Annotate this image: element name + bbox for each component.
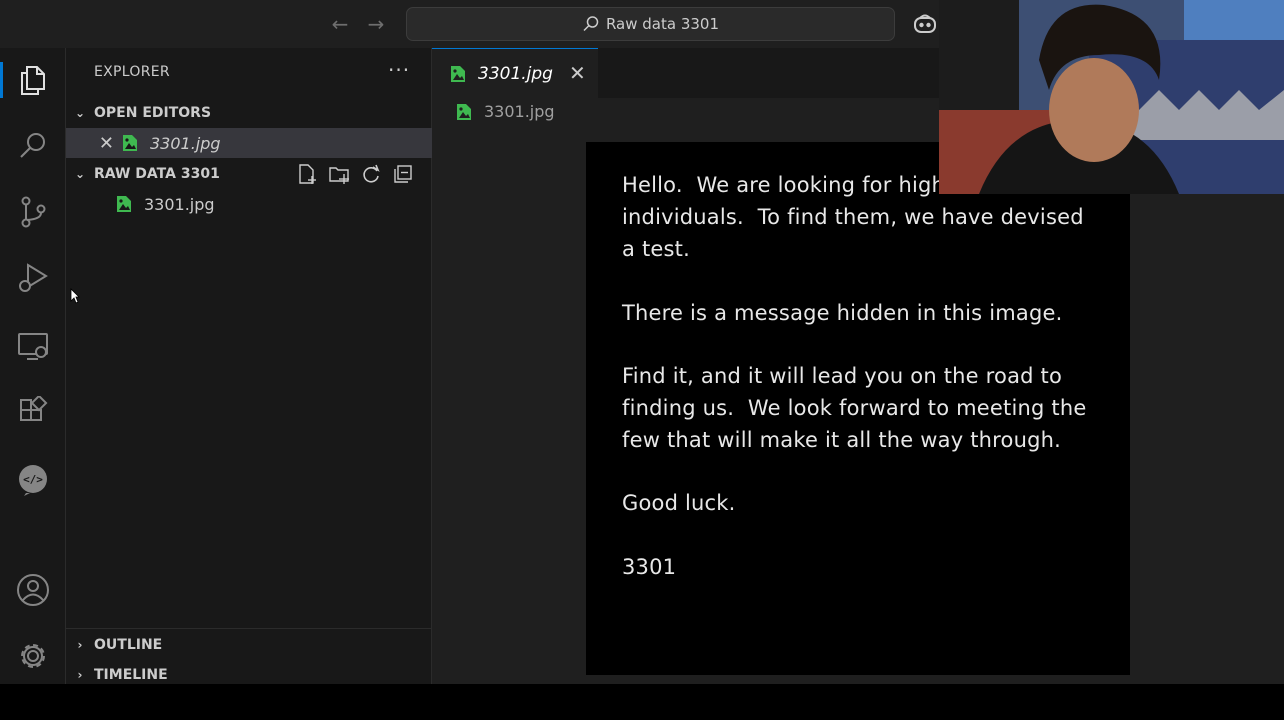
open-editors-label: OPEN EDITORS [94, 105, 212, 121]
outline-label: OUTLINE [94, 637, 163, 653]
settings-gear-icon[interactable] [0, 632, 66, 680]
workspace-filename: 3301.jpg [144, 194, 215, 214]
image-file-icon [457, 103, 471, 120]
divider [66, 628, 432, 629]
new-folder-icon[interactable] [328, 163, 350, 185]
image-text-line: Good luck. [622, 491, 736, 515]
image-text-line: Hello. We are looking for high [622, 173, 946, 197]
refresh-icon[interactable] [360, 163, 382, 185]
explorer-sidebar: EXPLORER ··· ⌄ OPEN EDITORS ✕ 3301.jpg ⌄… [66, 48, 432, 684]
command-center-text: Raw data 3301 [605, 15, 720, 33]
image-text-line: finding us. We look forward to meeting t… [622, 396, 1087, 420]
chevron-right-icon: › [77, 638, 83, 652]
image-preview: Hello. We are looking for high individua… [586, 142, 1130, 675]
webcam-feed [939, 0, 1284, 194]
image-text-line: 3301 [622, 555, 677, 579]
workspace-section[interactable]: ⌄ RAW DATA 3301 [66, 159, 432, 189]
remote-explorer-icon[interactable] [0, 322, 66, 370]
live-share-icon[interactable]: </> [0, 456, 66, 504]
open-editors-section[interactable]: ⌄ OPEN EDITORS [66, 98, 432, 128]
webcam-overlay [939, 0, 1284, 194]
screen-bottom-bar [0, 684, 1284, 720]
mouse-cursor-icon [70, 288, 80, 304]
more-actions-icon[interactable]: ··· [388, 58, 410, 82]
tab-label: 3301.jpg [478, 63, 553, 84]
close-icon[interactable]: ✕ [66, 133, 122, 154]
copilot-icon[interactable] [912, 12, 938, 36]
chevron-down-icon: ⌄ [74, 106, 86, 120]
source-control-icon[interactable] [0, 188, 66, 236]
image-file-icon [123, 135, 137, 151]
breadcrumb[interactable]: 3301.jpg [456, 102, 555, 121]
search-icon [583, 16, 599, 32]
svg-text:</>: </> [23, 473, 43, 486]
image-text-line: few that will make it all the way throug… [622, 428, 1062, 452]
sidebar-title: EXPLORER [94, 64, 170, 80]
accounts-icon[interactable] [0, 566, 66, 614]
command-center-search[interactable]: Raw data 3301 [406, 7, 895, 41]
open-editor-item[interactable]: ✕ 3301.jpg [66, 128, 432, 158]
image-text-line: Find it, and it will lead you on the roa… [622, 364, 1063, 388]
timeline-label: TIMELINE [94, 667, 168, 683]
explorer-icon[interactable] [0, 56, 66, 104]
activity-bar: </> [0, 48, 66, 684]
arrow-left-icon[interactable]: ← [326, 10, 354, 38]
new-file-icon[interactable] [296, 163, 318, 185]
search-icon[interactable] [0, 122, 66, 170]
image-text-line: a test. [622, 237, 690, 261]
arrow-right-icon[interactable]: → [362, 10, 390, 38]
image-file-icon [451, 65, 465, 82]
workspace-file-item[interactable]: 3301.jpg [66, 189, 432, 219]
breadcrumb-file: 3301.jpg [484, 102, 555, 121]
run-debug-icon[interactable] [0, 254, 66, 302]
tab-3301-jpg[interactable]: 3301.jpg ✕ [432, 48, 598, 98]
image-text-line: There is a message hidden in this image. [622, 301, 1063, 325]
close-icon[interactable]: ✕ [569, 61, 586, 85]
open-editor-filename: 3301.jpg [150, 133, 221, 153]
outline-section[interactable]: › OUTLINE [66, 630, 432, 660]
image-text-line: individuals. To find them, we have devis… [622, 205, 1084, 229]
workspace-label: RAW DATA 3301 [94, 166, 220, 182]
collapse-all-icon[interactable] [392, 163, 414, 185]
image-file-icon [117, 196, 131, 212]
chevron-right-icon: › [77, 668, 83, 682]
extensions-icon[interactable] [0, 388, 66, 436]
chevron-down-icon: ⌄ [74, 167, 86, 181]
